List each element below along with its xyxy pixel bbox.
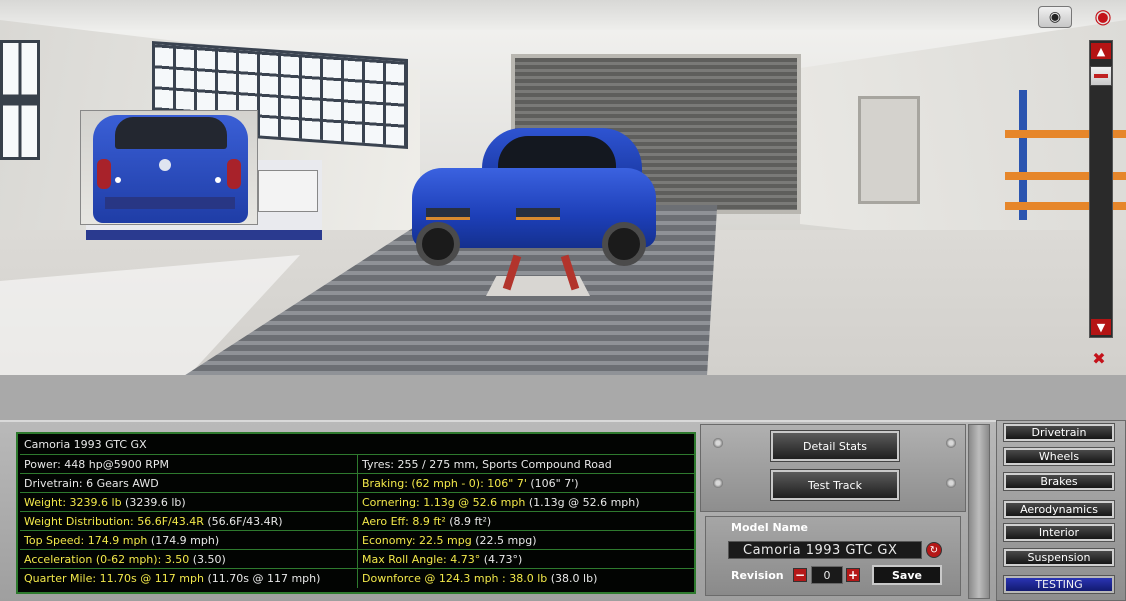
rear-view-badge bbox=[159, 159, 171, 171]
stat-max-roll-angle: Max Roll Angle: 4.73° (4.73°) bbox=[358, 550, 694, 569]
reset-name-icon[interactable]: ↻ bbox=[926, 542, 942, 558]
garage-ceiling bbox=[0, 0, 1126, 30]
stat-aero-eff: Aero Eff: 8.9 ft² (8.9 ft²) bbox=[358, 512, 694, 531]
nav-interior[interactable]: Interior bbox=[1003, 523, 1115, 542]
revision-label: Revision bbox=[731, 569, 784, 582]
garage-side-door bbox=[858, 96, 920, 204]
app-root: ◉ ◉ ▲ ▼ ✖ Camoria 1993 GTC GX Power: 448… bbox=[0, 0, 1126, 601]
stat-drivetrain: Drivetrain: 6 Gears AWD bbox=[20, 474, 358, 493]
stat-economy-base: (22.5 mpg) bbox=[471, 534, 537, 547]
rear-view-reflector bbox=[215, 177, 221, 183]
car-stats-panel: Camoria 1993 GTC GX Power: 448 hp@5900 R… bbox=[16, 432, 696, 594]
rear-view-reflector bbox=[115, 177, 121, 183]
stats-row: Drivetrain: 6 Gears AWD Braking: (62 mph… bbox=[20, 473, 694, 493]
stat-aero-eff-base: (8.9 ft²) bbox=[445, 515, 492, 528]
arrow-down-icon[interactable]: ▼ bbox=[1090, 318, 1112, 336]
stat-weight-distribution-base: (56.6F/43.4R) bbox=[203, 515, 283, 528]
eye-icon[interactable]: ◉ bbox=[1086, 4, 1120, 28]
camera-icon[interactable]: ◉ bbox=[1038, 6, 1072, 28]
stat-tyres: Tyres: 255 / 275 mm, Sports Compound Roa… bbox=[362, 458, 612, 471]
nav-aerodynamics[interactable]: Aerodynamics bbox=[1003, 500, 1115, 519]
model-name-label: Model Name bbox=[731, 521, 808, 534]
rear-view-taillight bbox=[227, 159, 241, 189]
nav-drivetrain[interactable]: Drivetrain bbox=[1003, 423, 1115, 442]
stat-max-roll-angle-value: Max Roll Angle: 4.73° bbox=[362, 553, 481, 566]
stat-quarter-mile-base: (11.70s @ 117 mph) bbox=[203, 572, 321, 585]
stat-weight: Weight: 3239.6 lb (3239.6 lb) bbox=[20, 493, 358, 512]
nav-suspension[interactable]: Suspension bbox=[1003, 548, 1115, 567]
revision-value: 0 bbox=[811, 566, 843, 584]
stat-top-speed-value: Top Speed: 174.9 mph bbox=[24, 534, 148, 547]
stats-row: Weight Distribution: 56.6F/43.4R (56.6F/… bbox=[20, 511, 694, 531]
stat-weight-distribution: Weight Distribution: 56.6F/43.4R (56.6F/… bbox=[20, 512, 358, 531]
rear-view-bumper bbox=[105, 197, 235, 209]
screw bbox=[713, 438, 723, 448]
stat-max-roll-angle-base: (4.73°) bbox=[480, 553, 523, 566]
stat-cornering-value: Cornering: 1.13g @ 52.6 mph bbox=[362, 496, 526, 509]
car-headlight bbox=[516, 208, 560, 220]
stat-weight-distribution-value: Weight Distribution: 56.6F/43.4R bbox=[24, 515, 204, 528]
save-button[interactable]: Save bbox=[872, 565, 942, 585]
stat-braking-value: Braking: (62 mph - 0): 106" 7' bbox=[362, 477, 527, 490]
hide-eye-icon[interactable]: ✖ bbox=[1082, 346, 1116, 370]
garage-window-left bbox=[0, 40, 40, 160]
rear-view-window bbox=[115, 117, 227, 149]
stat-top-speed-base: (174.9 mph) bbox=[147, 534, 220, 547]
screw bbox=[946, 438, 956, 448]
car-wheel bbox=[416, 222, 460, 266]
stat-acceleration-value: Acceleration (0-62 mph): 3.50 bbox=[24, 553, 190, 566]
stat-economy: Economy: 22.5 mpg (22.5 mpg) bbox=[358, 531, 694, 550]
stat-power: Power: 448 hp@5900 RPM bbox=[20, 455, 358, 474]
stats-row: Power: 448 hp@5900 RPM Tyres: 255 / 275 … bbox=[20, 454, 694, 474]
stat-aero-eff-value: Aero Eff: 8.9 ft² bbox=[362, 515, 446, 528]
nav-brakes[interactable]: Brakes bbox=[1003, 472, 1115, 491]
stat-economy-value: Economy: 22.5 mpg bbox=[362, 534, 472, 547]
garage-3d-viewport[interactable] bbox=[0, 0, 1126, 420]
nav-wheels[interactable]: Wheels bbox=[1003, 447, 1115, 466]
stat-downforce-base: (38.0 lb) bbox=[547, 572, 598, 585]
stat-weight-base: (3239.6 lb) bbox=[121, 496, 186, 509]
stat-braking: Braking: (62 mph - 0): 106" 7' (106" 7') bbox=[358, 474, 694, 493]
car-wheel bbox=[602, 222, 646, 266]
arrow-up-icon[interactable]: ▲ bbox=[1090, 42, 1112, 60]
viewport-floor-band bbox=[0, 375, 1126, 420]
test-track-button[interactable]: Test Track bbox=[770, 469, 900, 501]
stat-cornering-base: (1.13g @ 52.6 mph) bbox=[525, 496, 640, 509]
stats-row: Quarter Mile: 11.70s @ 117 mph (11.70s @… bbox=[20, 568, 694, 588]
screw bbox=[946, 478, 956, 488]
car-model-3d[interactable] bbox=[412, 126, 656, 266]
stats-row: Weight: 3239.6 lb (3239.6 lb) Cornering:… bbox=[20, 492, 694, 512]
revision-decrement-button[interactable]: − bbox=[793, 568, 807, 582]
stat-braking-base: (106" 7') bbox=[526, 477, 579, 490]
stat-top-speed: Top Speed: 174.9 mph (174.9 mph) bbox=[20, 531, 358, 550]
screw bbox=[713, 478, 723, 488]
car-windshield bbox=[498, 136, 616, 172]
rear-view-taillight bbox=[97, 159, 111, 189]
car-headlight bbox=[426, 208, 470, 220]
stats-row: Acceleration (0-62 mph): 3.50 (3.50) Max… bbox=[20, 549, 694, 569]
panel-divider bbox=[968, 424, 990, 599]
stat-quarter-mile: Quarter Mile: 11.70s @ 117 mph (11.70s @… bbox=[20, 569, 358, 588]
model-name-field[interactable]: Camoria 1993 GTC GX bbox=[728, 541, 922, 559]
stat-downforce-value: Downforce @ 124.3 mph : 38.0 lb bbox=[362, 572, 548, 585]
stat-quarter-mile-value: Quarter Mile: 11.70s @ 117 mph bbox=[24, 572, 204, 585]
stat-acceleration: Acceleration (0-62 mph): 3.50 (3.50) bbox=[20, 550, 358, 569]
zoom-slider-thumb[interactable] bbox=[1090, 66, 1112, 86]
stat-cornering: Cornering: 1.13g @ 52.6 mph (1.13g @ 52.… bbox=[358, 493, 694, 512]
car-title: Camoria 1993 GTC GX bbox=[24, 438, 147, 451]
revision-increment-button[interactable]: + bbox=[846, 568, 860, 582]
rear-view-thumbnail[interactable] bbox=[80, 110, 258, 225]
nav-testing[interactable]: TESTING bbox=[1003, 575, 1115, 594]
shelf-post bbox=[1019, 90, 1027, 220]
cabinet-doors bbox=[258, 170, 318, 212]
detail-stats-button[interactable]: Detail Stats bbox=[770, 430, 900, 462]
stat-acceleration-base: (3.50) bbox=[189, 553, 226, 566]
stat-downforce: Downforce @ 124.3 mph : 38.0 lb (38.0 lb… bbox=[358, 569, 694, 588]
stats-row: Top Speed: 174.9 mph (174.9 mph) Economy… bbox=[20, 530, 694, 550]
stat-weight-value: Weight: 3239.6 lb bbox=[24, 496, 122, 509]
